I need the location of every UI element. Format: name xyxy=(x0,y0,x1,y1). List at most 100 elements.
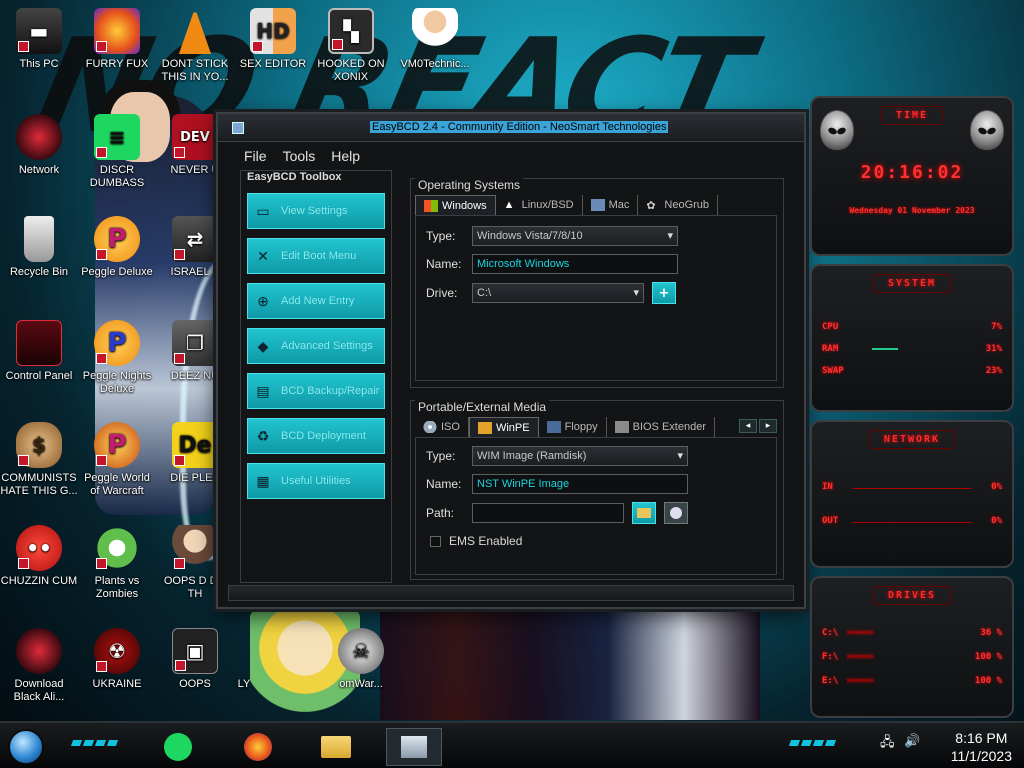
desktop-icon-label: Control Panel xyxy=(5,370,73,382)
advanced-settings-button[interactable]: ◆ Advanced Settings xyxy=(247,328,385,364)
button-label: Useful Utilities xyxy=(281,475,351,487)
tab-label: Floppy xyxy=(564,421,598,433)
windows-logo-icon xyxy=(424,199,438,212)
window-titlebar[interactable]: EasyBCD 2.4 - Community Edition - NeoSma… xyxy=(218,114,804,142)
deployment-icon: ♻ xyxy=(256,427,270,444)
tab-winpe[interactable]: WinPE xyxy=(468,417,539,437)
bcd-deployment-button[interactable]: ♻ BCD Deployment xyxy=(247,418,385,454)
desktop-icon-peggle-deluxe[interactable]: P Peggle Deluxe xyxy=(78,216,156,279)
desktop-icon-download-black-ali[interactable]: Download Black Ali... xyxy=(0,628,78,704)
desktop-icon-sex-editor[interactable]: HD SEX EDITOR xyxy=(234,8,312,71)
tab-linux-bsd[interactable]: ▲ Linux/BSD xyxy=(496,195,583,215)
os-type-select[interactable]: Windows Vista/7/8/10 xyxy=(472,226,678,246)
desktop-icon-vlc[interactable]: DONT STICK THIS IN YO... xyxy=(156,8,234,84)
desktop-icon-label: Download Black Ali... xyxy=(13,678,65,703)
desktop-icon-oops[interactable]: ▣ OOPS xyxy=(156,628,234,691)
drive-f-bar: »»»»»» xyxy=(846,652,874,662)
edit-boot-menu-button[interactable]: ✕ Edit Boot Menu xyxy=(247,238,385,274)
desktop-icon-pvz[interactable]: Plants vs Zombies xyxy=(78,525,156,601)
desktop-icon-peggle-nights[interactable]: P Peggle Nights Deluxe xyxy=(78,320,156,396)
taskbar-file-explorer-button[interactable] xyxy=(316,728,356,766)
menu-file[interactable]: File xyxy=(238,148,273,168)
menu-tools[interactable]: Tools xyxy=(277,148,322,168)
os-drive-row: Drive: C:\ + xyxy=(426,282,676,304)
taskbar-firefox-button[interactable] xyxy=(238,728,278,766)
desktop-icon-label: VM0Technic... xyxy=(400,58,470,70)
taskbar: 🖧 🔊 8:16 PM 11/1/2023 xyxy=(0,721,1024,768)
desktop-icon-control-panel[interactable]: Control Panel xyxy=(0,320,78,383)
cpu-value: 7% xyxy=(991,322,1002,332)
desktop-icon-this-pc[interactable]: ▬ This PC xyxy=(0,8,78,71)
bcd-backup-repair-button[interactable]: ▤ BCD Backup/Repair xyxy=(247,373,385,409)
desktop-icon-network[interactable]: Network xyxy=(0,114,78,177)
tab-windows[interactable]: Windows xyxy=(415,195,496,215)
hidden-icon xyxy=(224,628,270,674)
ram-graph-line xyxy=(872,348,898,350)
network-tray-icon[interactable]: 🖧 xyxy=(880,733,895,755)
tab-scroll-left-button[interactable]: ◂ xyxy=(739,419,757,433)
desktop-icon-xonix[interactable]: ▚ HOOKED ON XONIX xyxy=(312,8,390,84)
drive-e-label: E:\ xyxy=(822,676,839,686)
alien-head-icon xyxy=(970,110,1004,150)
desktop-icon-label: omWar... xyxy=(339,678,383,690)
pe-name-input[interactable]: NST WinPE Image xyxy=(472,474,688,494)
useful-utilities-button[interactable]: ▦ Useful Utilities xyxy=(247,463,385,499)
os-tabs: Windows ▲ Linux/BSD Mac ✿ NeoGrub xyxy=(415,195,719,215)
bios-chip-icon xyxy=(614,421,629,433)
add-plus-icon: + xyxy=(658,285,670,301)
network-gadget: NETWORK IN 0% OUT 0% xyxy=(810,420,1014,568)
desktop-icon-chuzzin[interactable]: •• CHUZZIN CUM xyxy=(0,525,78,588)
os-name-label: Name: xyxy=(426,257,462,271)
tab-bios-extender[interactable]: BIOS Extender xyxy=(607,417,715,437)
pe-name-row: Name: NST WinPE Image xyxy=(426,474,688,494)
taskbar-clock[interactable]: 8:16 PM 11/1/2023 xyxy=(951,729,1012,765)
pe-type-select[interactable]: WIM Image (Ramdisk) xyxy=(472,446,688,466)
desktop-icon-ly[interactable]: LY xyxy=(224,628,264,691)
tab-label: BIOS Extender xyxy=(632,421,706,433)
wallpaper-legs xyxy=(380,610,760,720)
desktop-icon-communists[interactable]: $ COMMUNISTS HATE THIS G... xyxy=(0,422,78,498)
tab-label: Linux/BSD xyxy=(521,199,574,211)
desktop-icon-vm0technic[interactable]: VM0Technic... xyxy=(396,8,474,71)
os-drive-select[interactable]: C:\ xyxy=(472,283,644,303)
add-entry-button[interactable]: + xyxy=(652,282,676,304)
tab-iso[interactable]: ISO xyxy=(415,417,469,437)
terminal-icon: ▣ xyxy=(172,628,218,674)
view-settings-button[interactable]: ▭ View Settings xyxy=(247,193,385,229)
menu-bar: File Tools Help xyxy=(218,142,804,168)
desktop-icon-omwar[interactable]: ☠ omWar... xyxy=(322,628,400,691)
taskbar-easybcd-button[interactable] xyxy=(386,728,442,766)
add-media-button[interactable] xyxy=(664,502,688,524)
drive-c-label: C:\ xyxy=(822,628,839,638)
firefox-icon xyxy=(94,8,140,54)
menu-help[interactable]: Help xyxy=(325,148,366,168)
tab-floppy[interactable]: Floppy xyxy=(539,417,607,437)
desktop-icon-label: Peggle World of Warcraft xyxy=(84,472,150,497)
add-new-entry-button[interactable]: ⊕ Add New Entry xyxy=(247,283,385,319)
firefox-icon xyxy=(244,733,272,761)
start-orb-button[interactable] xyxy=(8,729,44,765)
taskbar-spotify-button[interactable] xyxy=(158,728,198,766)
desktop-icon-recycle-bin[interactable]: Recycle Bin xyxy=(0,216,78,279)
vlc-cone-icon xyxy=(178,8,212,54)
desktop-icon-discr[interactable]: ≡ DISCR DUMBASS xyxy=(78,114,156,190)
desktop-icon-ukraine[interactable]: ☢ UKRAINE xyxy=(78,628,156,691)
tab-neogrub[interactable]: ✿ NeoGrub xyxy=(638,195,719,215)
time-gadget: TIME 20:16:02 Wednesday 01 November 2023 xyxy=(810,96,1014,256)
browse-button[interactable] xyxy=(632,502,656,524)
desktop-icon-label: SEX EDITOR xyxy=(239,58,307,70)
pe-path-input[interactable] xyxy=(472,503,624,523)
swap-row: SWAP 23% xyxy=(822,366,1002,376)
tab-mac[interactable]: Mac xyxy=(583,195,639,215)
desktop-icon-furry-fux[interactable]: FURRY FUX xyxy=(78,8,156,71)
desktop-icon-peggle-wow[interactable]: P Peggle World of Warcraft xyxy=(78,422,156,498)
tab-scroll-right-button[interactable]: ▸ xyxy=(759,419,777,433)
ems-enabled-checkbox[interactable] xyxy=(430,535,441,547)
tab-label: NeoGrub xyxy=(664,199,710,211)
portrait-icon xyxy=(172,525,218,571)
volume-tray-icon[interactable]: 🔊 xyxy=(904,733,920,749)
network-icon xyxy=(16,114,62,160)
alien-head-icon xyxy=(820,110,854,150)
os-name-input[interactable]: Microsoft Windows xyxy=(472,254,678,274)
chevron-right-icon: ▸ xyxy=(765,421,771,431)
